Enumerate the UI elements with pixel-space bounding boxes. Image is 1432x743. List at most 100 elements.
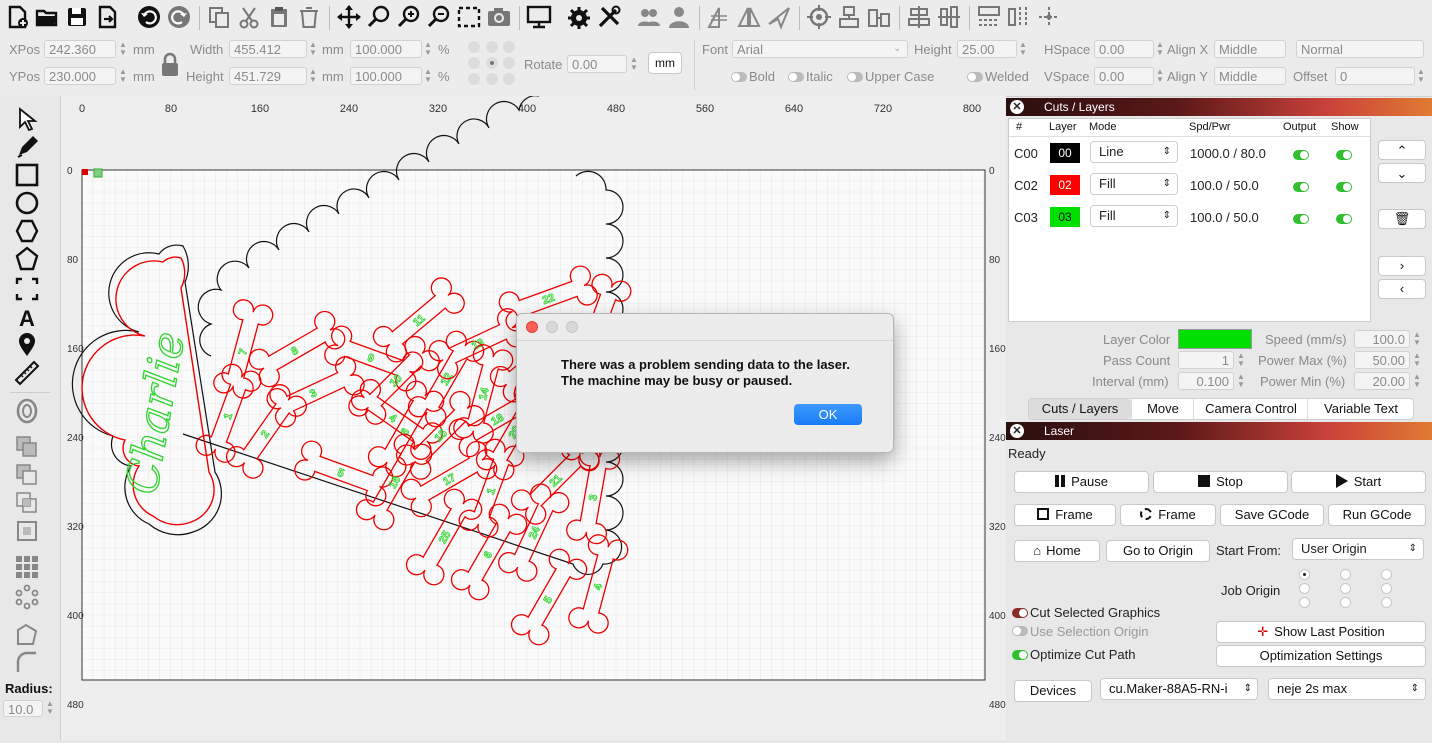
job-origin-middle-right[interactable] — [1381, 583, 1392, 594]
font-select[interactable]: Arial — [732, 40, 908, 58]
export-icon[interactable] — [94, 4, 120, 30]
zoom-icon[interactable] — [366, 4, 392, 30]
radius-stepper[interactable]: ▲ ▼ — [45, 700, 55, 718]
dock-icon[interactable] — [976, 4, 1002, 30]
height-field[interactable]: 451.729 — [229, 67, 307, 85]
ok-button[interactable]: OK — [794, 404, 862, 425]
run-gcode-button[interactable]: Run GCode — [1328, 504, 1426, 526]
text-tool-icon[interactable]: A — [14, 304, 40, 331]
ypos-field[interactable]: 230.000 — [44, 67, 116, 85]
scale-width-field[interactable]: 100.000 — [350, 40, 422, 58]
target-icon[interactable] — [806, 4, 832, 30]
welded-toggle[interactable] — [967, 72, 983, 82]
redo-icon[interactable] — [166, 4, 192, 30]
vspace-field[interactable]: 0.00 — [1094, 67, 1154, 85]
circular-array-icon[interactable] — [14, 584, 40, 610]
job-origin-top-left[interactable] — [1299, 569, 1310, 580]
group-icon[interactable] — [636, 4, 662, 30]
layer-mode-select[interactable]: Fill ⇕ — [1090, 205, 1178, 227]
align-middle-icon[interactable] — [936, 4, 962, 30]
location-pin-icon[interactable] — [14, 332, 40, 358]
power-min-stepper[interactable]: ▲ ▼ — [1412, 373, 1422, 391]
width-field[interactable]: 455.412 — [229, 40, 307, 58]
start-button[interactable]: Start — [1291, 471, 1426, 493]
monitor-icon[interactable] — [526, 4, 552, 30]
node-edit-icon[interactable] — [14, 622, 40, 648]
job-origin-middle-center[interactable] — [1340, 583, 1351, 594]
alignx-select[interactable]: Middle — [1214, 40, 1286, 58]
grid-array-icon[interactable] — [14, 554, 40, 580]
open-folder-icon[interactable] — [34, 4, 60, 30]
boolean-intersect-icon[interactable] — [14, 490, 40, 516]
use-selection-origin-toggle[interactable] — [1012, 626, 1028, 636]
layer-show-toggle[interactable] — [1336, 214, 1352, 224]
user-icon[interactable] — [666, 4, 692, 30]
show-last-position-button[interactable]: ✛ Show Last Position — [1216, 621, 1426, 643]
style-select[interactable]: Normal — [1296, 40, 1424, 58]
layer-swatch[interactable]: 00 — [1050, 143, 1080, 163]
zoom-in-icon[interactable] — [396, 4, 422, 30]
align-center-icon[interactable] — [906, 4, 932, 30]
delete-layer-button[interactable]: 🗑 — [1378, 209, 1426, 229]
speed-field[interactable]: 100.0 — [1354, 330, 1410, 348]
split-icon[interactable] — [1006, 4, 1032, 30]
delete-icon[interactable] — [296, 4, 322, 30]
copy-icon[interactable] — [206, 4, 232, 30]
boolean-union-icon[interactable] — [14, 434, 40, 460]
frame-rect-button[interactable]: Frame — [1014, 504, 1116, 526]
layer-output-toggle[interactable] — [1293, 214, 1309, 224]
mirror-h-icon[interactable] — [706, 4, 732, 30]
tools-icon[interactable] — [596, 4, 622, 30]
layer-row[interactable]: C02 02 Fill ⇕ 100.0 / 50.0 — [1009, 173, 1370, 201]
boolean-difference-icon[interactable] — [14, 462, 40, 488]
power-max-stepper[interactable]: ▲ ▼ — [1412, 352, 1422, 370]
camera-icon[interactable] — [486, 4, 512, 30]
optimization-settings-button[interactable]: Optimization Settings — [1216, 645, 1426, 667]
device-select[interactable]: cu.Maker-88A5-RN-i ⇕ — [1100, 678, 1258, 700]
interval-field[interactable]: 0.100 — [1178, 372, 1234, 390]
pause-button[interactable]: Pause — [1014, 471, 1149, 493]
layer-show-toggle[interactable] — [1336, 182, 1352, 192]
layer-show-toggle[interactable] — [1336, 150, 1352, 160]
stop-button[interactable]: Stop — [1153, 471, 1288, 493]
height-stepper[interactable]: ▲ ▼ — [308, 68, 318, 86]
speed-stepper[interactable]: ▲ ▼ — [1412, 331, 1422, 349]
ellipse-icon[interactable] — [14, 190, 40, 216]
home-button[interactable]: ⌂ Home — [1014, 540, 1100, 562]
layer-row[interactable]: C03 03 Fill ⇕ 100.0 / 50.0 — [1009, 205, 1370, 233]
job-origin-bottom-center[interactable] — [1340, 597, 1351, 608]
unit-mm-button[interactable]: mm — [648, 52, 682, 74]
close-laser-icon[interactable]: ✕ — [1010, 424, 1024, 438]
save-gcode-button[interactable]: Save GCode — [1220, 504, 1324, 526]
layer-swatch[interactable]: 02 — [1050, 175, 1080, 195]
profile-select[interactable]: neje 2s max ⇕ — [1268, 678, 1426, 700]
devices-button[interactable]: Devices — [1014, 680, 1092, 702]
offset-stepper[interactable]: ▲ ▼ — [1416, 68, 1426, 86]
offset-field[interactable]: 0 — [1335, 67, 1415, 85]
width-stepper[interactable]: ▲ ▼ — [308, 41, 318, 59]
job-origin-top-right[interactable] — [1381, 569, 1392, 580]
cut-icon[interactable] — [236, 4, 262, 30]
layer-output-toggle[interactable] — [1293, 150, 1309, 160]
new-file-icon[interactable] — [4, 4, 30, 30]
ypos-stepper[interactable]: ▲ ▼ — [118, 68, 128, 86]
close-cuts-icon[interactable]: ✕ — [1010, 100, 1024, 114]
xpos-field[interactable]: 242.360 — [44, 40, 116, 58]
lock-icon[interactable] — [159, 52, 181, 78]
settings-icon[interactable] — [566, 4, 592, 30]
paste-icon[interactable] — [266, 4, 292, 30]
rotate-field[interactable]: 0.00 — [567, 55, 627, 73]
align-icon[interactable] — [836, 4, 862, 30]
layer-row[interactable]: C00 00 Line ⇕ 1000.0 / 80.0 — [1009, 141, 1370, 169]
tab-variable-text[interactable]: Variable Text — [1307, 399, 1414, 419]
pass-count-stepper[interactable]: ▲ ▼ — [1236, 352, 1246, 370]
bold-toggle[interactable] — [731, 72, 747, 82]
move-left-button[interactable]: ‹ — [1378, 279, 1426, 299]
vspace-stepper[interactable]: ▲ ▼ — [1155, 68, 1165, 86]
layer-mode-select[interactable]: Line ⇕ — [1090, 141, 1178, 163]
zoom-out-icon[interactable] — [426, 4, 452, 30]
hspace-field[interactable]: 0.00 — [1094, 40, 1154, 58]
optimize-cut-path-toggle[interactable] — [1012, 650, 1028, 660]
pen-icon[interactable] — [14, 134, 40, 160]
italic-toggle[interactable] — [788, 72, 804, 82]
